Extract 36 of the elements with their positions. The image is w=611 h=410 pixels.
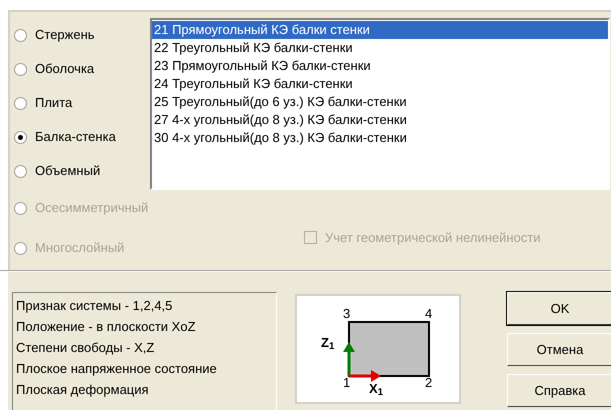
info-text: Признак системы - 1,2,4,5: [16, 297, 174, 315]
radio-button[interactable]: [14, 164, 27, 178]
node-label: 1: [343, 376, 350, 389]
radio-label: Оболочка: [35, 60, 94, 78]
list-item[interactable]: 24 Треугольный КЭ балки-стенки: [152, 75, 608, 93]
node-label: 2: [425, 376, 432, 389]
axis-label: Z$_{1}$: [321, 336, 334, 349]
radio-label: Многослойный: [35, 239, 124, 258]
radio-button[interactable]: [14, 62, 27, 76]
list-item[interactable]: 25 Треугольный(до 6 уз.) КЭ балки-стенки: [152, 93, 608, 111]
dialog-button[interactable]: OK: [507, 292, 611, 325]
x-axis-arrow: [349, 370, 381, 382]
list-item[interactable]: 23 Прямоугольный КЭ балки-стенки: [152, 57, 608, 75]
radio-label: Плита: [35, 94, 72, 112]
radio-button[interactable]: [14, 130, 27, 144]
list-item[interactable]: 30 4-х угольный(до 8 уз.) КЭ балки-стенки: [152, 129, 608, 147]
radio-label: Стержень: [35, 26, 95, 44]
radio-label: Объемный: [35, 162, 100, 180]
dialog-button[interactable]: Справка: [507, 374, 611, 407]
z-axis-arrow: [343, 342, 355, 376]
info-text: Плоское напряженное состояние: [16, 360, 218, 378]
axis-label: X$_{1}$: [369, 382, 384, 395]
radio-button[interactable]: [14, 28, 27, 42]
node-label: 4: [425, 307, 432, 320]
checkbox-label: Учет геометрической нелинейности: [325, 229, 541, 247]
node-label: 3: [343, 307, 350, 320]
radio-label: Осесимметричный: [35, 199, 148, 218]
info-text: Положение - в плоскости XoZ: [16, 318, 197, 336]
dialog-button[interactable]: Отмена: [507, 333, 611, 366]
radio-label: Балка-стенка: [35, 128, 116, 146]
list-item[interactable]: 22 Треугольный КЭ балки-стенки: [152, 39, 608, 57]
list-item[interactable]: 21 Прямоугольный КЭ балки стенки: [152, 21, 608, 39]
radio-button[interactable]: [14, 96, 27, 110]
list-item[interactable]: 27 4-х угольный(до 8 уз.) КЭ балки-стенки: [152, 111, 608, 129]
info-text: Плоская деформация: [16, 381, 150, 399]
info-text: Степени свободы - X,Z: [16, 339, 156, 357]
